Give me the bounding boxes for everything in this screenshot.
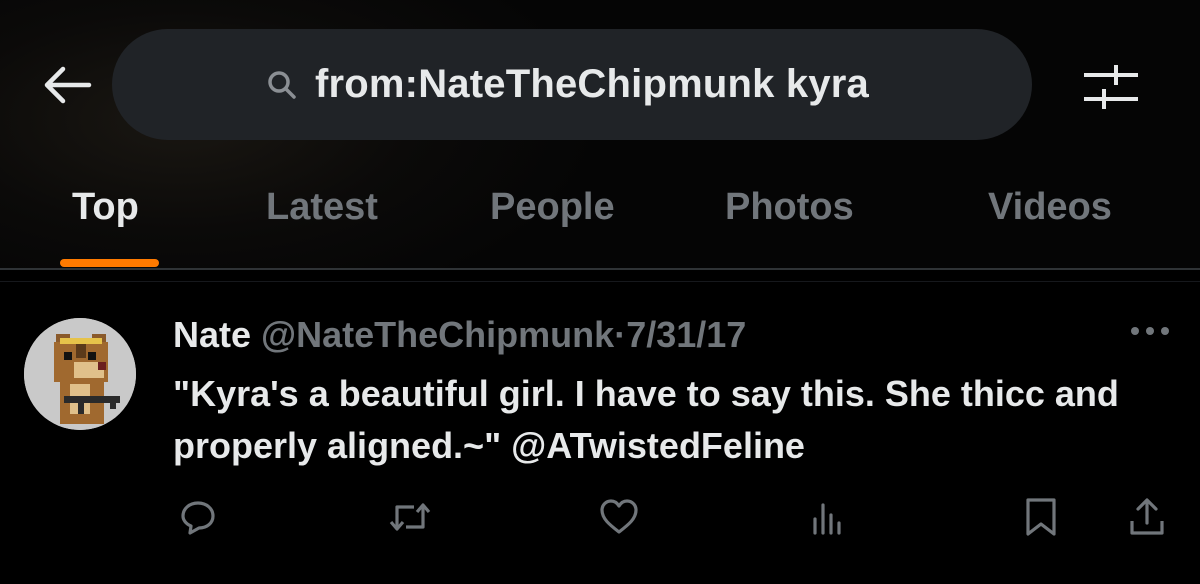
- avatar[interactable]: [24, 318, 136, 430]
- search-filter-button[interactable]: [1080, 60, 1142, 112]
- post-text: "Kyra's a beautiful girl. I have to say …: [173, 368, 1173, 472]
- repost-button[interactable]: [385, 492, 435, 542]
- post-date[interactable]: 7/31/17: [626, 314, 746, 355]
- bookmark-icon: [1026, 498, 1056, 536]
- like-button[interactable]: [594, 492, 644, 542]
- tab-photos[interactable]: Photos: [725, 186, 854, 229]
- reply-icon: [181, 501, 215, 535]
- author-name[interactable]: Nate: [173, 314, 251, 355]
- search-query-text[interactable]: from:NateTheChipmunk kyra: [315, 62, 869, 107]
- post[interactable]: Nate @NateTheChipmunk·7/31/17 "Kyra's a …: [0, 282, 1200, 584]
- top-bar: from:NateTheChipmunk kyra Top Latest Peo…: [0, 0, 1200, 270]
- repost-icon: [389, 503, 431, 531]
- sliders-icon: [1084, 65, 1138, 109]
- separator-dot: ·: [614, 314, 627, 355]
- tab-latest[interactable]: Latest: [266, 186, 378, 229]
- search-tabs: Top Latest People Photos Videos: [0, 150, 1200, 270]
- bookmark-button[interactable]: [1016, 492, 1066, 542]
- more-options-button[interactable]: [1126, 316, 1174, 346]
- search-bar[interactable]: from:NateTheChipmunk kyra: [112, 29, 1032, 140]
- tabs-divider: [0, 268, 1200, 270]
- post-header: Nate @NateTheChipmunk·7/31/17: [173, 314, 746, 356]
- search-icon: [267, 68, 301, 102]
- tab-top[interactable]: Top: [72, 186, 139, 229]
- post-actions: [0, 492, 1200, 542]
- active-tab-indicator: [60, 259, 159, 267]
- more-horizontal-icon: [1131, 327, 1169, 335]
- views-button[interactable]: [802, 492, 852, 542]
- share-button[interactable]: [1122, 492, 1172, 542]
- chipmunk-avatar-icon: [24, 318, 136, 430]
- tab-videos[interactable]: Videos: [988, 186, 1112, 229]
- arrow-left-icon: [44, 66, 92, 104]
- heart-icon: [600, 499, 638, 534]
- author-handle[interactable]: @NateTheChipmunk: [261, 314, 614, 355]
- tab-people[interactable]: People: [490, 186, 615, 229]
- views-icon: [813, 503, 841, 535]
- back-button[interactable]: [40, 60, 96, 110]
- reply-button[interactable]: [173, 492, 223, 542]
- mention-link[interactable]: @ATwistedFeline: [511, 425, 805, 466]
- share-icon: [1130, 498, 1164, 535]
